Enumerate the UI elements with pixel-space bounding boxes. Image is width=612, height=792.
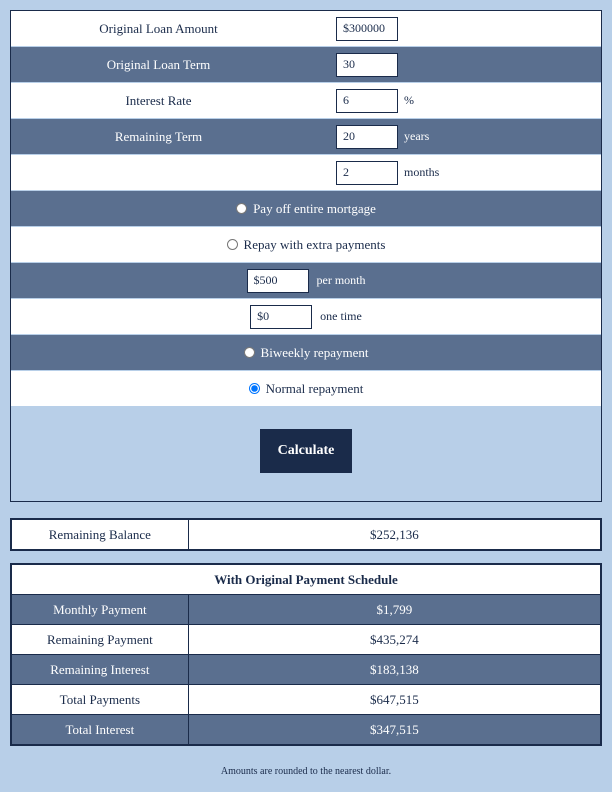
- input-per-month[interactable]: [247, 269, 309, 293]
- input-interest-rate[interactable]: [336, 89, 398, 113]
- row-one-time: one time: [11, 299, 601, 335]
- value-remaining-payment: $435,274: [188, 625, 600, 655]
- label-total-interest: Total Interest: [12, 715, 189, 745]
- label-original-loan-amount: Original Loan Amount: [11, 21, 306, 37]
- label-extra: Repay with extra payments: [244, 237, 386, 253]
- suffix-per-month: per month: [317, 273, 366, 288]
- label-remaining-balance: Remaining Balance: [12, 520, 189, 550]
- value-monthly-payment: $1,799: [188, 595, 600, 625]
- label-monthly-payment: Monthly Payment: [12, 595, 189, 625]
- label-normal: Normal repayment: [266, 381, 364, 397]
- radio-payoff[interactable]: [236, 203, 247, 214]
- value-total-payments: $647,515: [188, 685, 600, 715]
- row-option-normal: Normal repayment: [11, 371, 601, 407]
- row-per-month: per month: [11, 263, 601, 299]
- row-remaining-term-years: Remaining Term years: [11, 119, 601, 155]
- label-remaining-payment: Remaining Payment: [12, 625, 189, 655]
- row-option-payoff: Pay off entire mortgage: [11, 191, 601, 227]
- radio-biweekly[interactable]: [244, 347, 255, 358]
- suffix-years: years: [404, 129, 429, 144]
- suffix-months: months: [404, 165, 439, 180]
- row-remaining-term-months: months: [11, 155, 601, 191]
- label-remaining-interest: Remaining Interest: [12, 655, 189, 685]
- radio-extra[interactable]: [227, 239, 238, 250]
- row-interest-rate: Interest Rate %: [11, 83, 601, 119]
- calculate-button[interactable]: Calculate: [260, 429, 353, 473]
- footnote: Amounts are rounded to the nearest dolla…: [10, 758, 602, 777]
- schedule-header: With Original Payment Schedule: [12, 565, 601, 595]
- value-remaining-interest: $183,138: [188, 655, 600, 685]
- input-original-loan-amount[interactable]: [336, 17, 398, 41]
- label-remaining-term: Remaining Term: [11, 129, 306, 145]
- input-remaining-months[interactable]: [336, 161, 398, 185]
- calculate-area: Calculate: [11, 407, 601, 501]
- row-option-extra: Repay with extra payments: [11, 227, 601, 263]
- value-remaining-balance: $252,136: [188, 520, 600, 550]
- input-one-time[interactable]: [250, 305, 312, 329]
- suffix-one-time: one time: [320, 309, 362, 324]
- radio-normal[interactable]: [249, 383, 260, 394]
- label-payoff: Pay off entire mortgage: [253, 201, 376, 217]
- input-original-loan-term[interactable]: [336, 53, 398, 77]
- suffix-percent: %: [404, 93, 414, 108]
- remaining-balance-panel: Remaining Balance $252,136: [10, 518, 602, 551]
- schedule-panel: With Original Payment Schedule Monthly P…: [10, 563, 602, 746]
- loan-form-panel: Original Loan Amount Original Loan Term …: [10, 10, 602, 502]
- row-original-loan-amount: Original Loan Amount: [11, 11, 601, 47]
- label-interest-rate: Interest Rate: [11, 93, 306, 109]
- label-biweekly: Biweekly repayment: [261, 345, 369, 361]
- label-total-payments: Total Payments: [12, 685, 189, 715]
- input-remaining-years[interactable]: [336, 125, 398, 149]
- label-original-loan-term: Original Loan Term: [11, 57, 306, 73]
- value-total-interest: $347,515: [188, 715, 600, 745]
- row-option-biweekly: Biweekly repayment: [11, 335, 601, 371]
- row-original-loan-term: Original Loan Term: [11, 47, 601, 83]
